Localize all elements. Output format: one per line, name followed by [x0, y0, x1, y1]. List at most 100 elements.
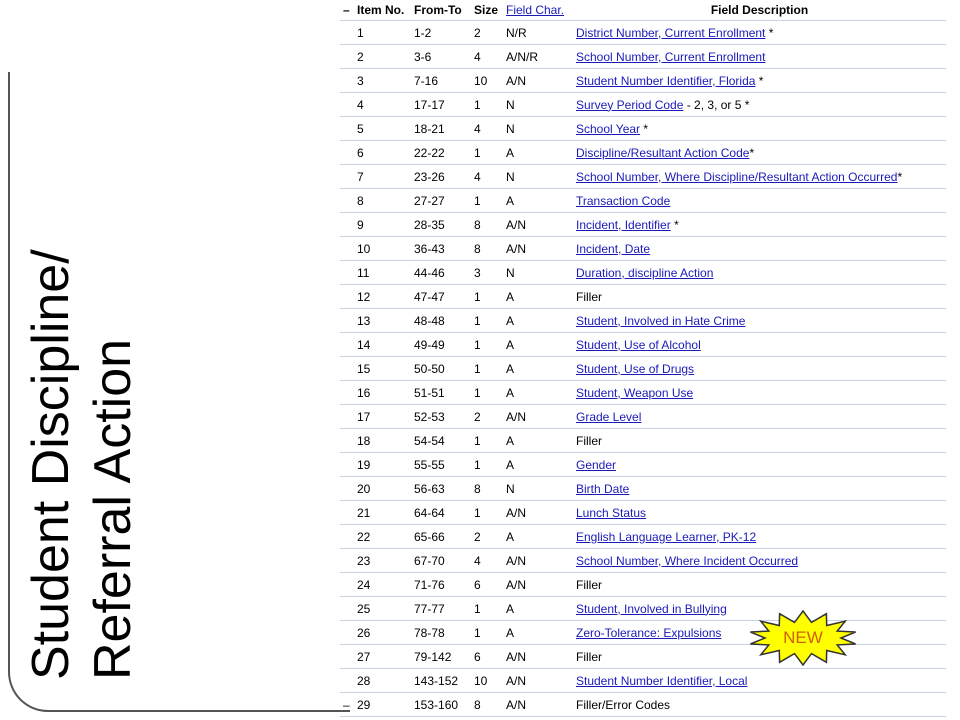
field-description-cell[interactable]: School Number, Current Enrollment — [573, 44, 946, 69]
from-to-cell: 79-142 — [411, 644, 471, 669]
row-dash-cell — [340, 20, 354, 45]
field-description-link[interactable]: Lunch Status — [576, 506, 646, 520]
field-description-link[interactable]: Student, Weapon Use — [576, 386, 693, 400]
field-description-link[interactable]: Student, Involved in Bullying — [576, 602, 727, 616]
item-no-cell: 28 — [354, 668, 411, 693]
field-description-cell[interactable]: Incident, Identifier * — [573, 212, 946, 237]
field-description-cell[interactable]: Student, Weapon Use — [573, 380, 946, 405]
from-to-cell: 7-16 — [411, 68, 471, 93]
field-description-link[interactable]: Incident, Date — [576, 242, 650, 256]
field-char-cell: A/N — [503, 644, 573, 669]
field-description-cell[interactable]: Student, Involved in Hate Crime — [573, 308, 946, 333]
field-description-cell[interactable]: Student Number Identifier, Florida * — [573, 68, 946, 93]
item-no-cell: 7 — [354, 164, 411, 189]
field-char-cell: A — [503, 356, 573, 381]
field-char-cell: A/N — [503, 212, 573, 237]
side-title-line2: Referral Action — [84, 338, 142, 680]
from-to-cell: 36-43 — [411, 236, 471, 261]
item-no-cell: 11 — [354, 260, 411, 285]
header-size: Size — [471, 0, 503, 21]
field-description-link[interactable]: Incident, Identifier — [576, 218, 671, 232]
field-description-link[interactable]: School Year — [576, 122, 640, 136]
field-char-cell: A/N — [503, 68, 573, 93]
size-cell: 1 — [471, 500, 503, 525]
size-cell: 4 — [471, 116, 503, 141]
field-char-cell: A/N/R — [503, 44, 573, 69]
field-description-link[interactable]: Student Number Identifier, Florida — [576, 74, 755, 88]
field-char-cell: A — [503, 428, 573, 453]
field-description-link[interactable]: School Number, Current Enrollment — [576, 50, 765, 64]
from-to-cell: 78-78 — [411, 620, 471, 645]
field-description-cell[interactable]: Gender — [573, 452, 946, 477]
field-description-cell[interactable]: Transaction Code — [573, 188, 946, 213]
field-description-cell[interactable]: Birth Date — [573, 476, 946, 501]
from-to-cell: 17-17 — [411, 92, 471, 117]
field-char-cell: A — [503, 524, 573, 549]
row-dash-cell — [340, 236, 354, 261]
size-cell: 4 — [471, 164, 503, 189]
field-description-cell[interactable]: Discipline/Resultant Action Code* — [573, 140, 946, 165]
field-char-cell: A/N — [503, 500, 573, 525]
field-description-cell[interactable]: Grade Level — [573, 404, 946, 429]
item-no-cell: 12 — [354, 284, 411, 309]
field-description-cell[interactable]: Duration, discipline Action — [573, 260, 946, 285]
field-description-link[interactable]: District Number, Current Enrollment — [576, 26, 765, 40]
field-description-cell[interactable]: School Number, Where Discipline/Resultan… — [573, 164, 946, 189]
field-description-link[interactable]: Duration, discipline Action — [576, 266, 713, 280]
from-to-cell: 48-48 — [411, 308, 471, 333]
table-row: 5 18-21 4 N School Year * — [340, 116, 946, 141]
field-description-text: Filler — [576, 433, 602, 448]
field-description-text: Filler/Error Codes — [576, 697, 671, 712]
field-description-link[interactable]: Gender — [576, 458, 616, 472]
field-description-cell[interactable]: School Number, Where Incident Occurred — [573, 548, 946, 573]
field-char-cell: A — [503, 452, 573, 477]
field-description-cell[interactable]: District Number, Current Enrollment * — [573, 20, 946, 45]
field-description-link[interactable]: Discipline/Resultant Action Code — [576, 146, 749, 160]
field-description-cell[interactable]: Incident, Date — [573, 236, 946, 261]
table-row: 12 47-47 1 A Filler — [340, 284, 946, 309]
row-dash-cell — [340, 524, 354, 549]
field-description-link[interactable]: Birth Date — [576, 482, 629, 496]
field-description-link[interactable]: School Number, Where Incident Occurred — [576, 554, 798, 568]
field-description-link[interactable]: Grade Level — [576, 410, 641, 424]
item-no-cell: 20 — [354, 476, 411, 501]
field-description-cell[interactable]: Survey Period Code - 2, 3, or 5 * — [573, 92, 946, 117]
field-description-cell[interactable]: Lunch Status — [573, 500, 946, 525]
field-description-cell[interactable]: Student, Use of Drugs — [573, 356, 946, 381]
row-dash-cell — [340, 404, 354, 429]
item-no-cell: 21 — [354, 500, 411, 525]
table-header-row: – Item No. From-To Size Field Char. Fiel… — [340, 0, 946, 21]
field-description-link[interactable]: Student, Use of Drugs — [576, 362, 694, 376]
field-description-link[interactable]: Student, Use of Alcohol — [576, 338, 701, 352]
table-row: 16 51-51 1 A Student, Weapon Use — [340, 380, 946, 405]
side-title-line1: Student Discipline/ — [22, 249, 80, 680]
size-cell: 1 — [471, 140, 503, 165]
header-field-char[interactable]: Field Char. — [503, 0, 573, 21]
field-description-link[interactable]: Zero-Tolerance: Expulsions — [576, 626, 721, 640]
table-row: 2 3-6 4 A/N/R School Number, Current Enrollm… — [340, 44, 946, 69]
field-char-link[interactable]: Field Char. — [506, 3, 564, 17]
item-no-cell: 25 — [354, 596, 411, 621]
field-description-link[interactable]: Survey Period Code — [576, 98, 683, 112]
field-description-link[interactable]: Transaction Code — [576, 194, 670, 208]
field-description-link[interactable]: Student, Involved in Hate Crime — [576, 314, 745, 328]
row-dash-cell — [340, 212, 354, 237]
field-description-cell[interactable]: Student Number Identifier, Local — [573, 668, 946, 693]
row-dash-cell: – — [340, 692, 354, 717]
row-dash-cell — [340, 644, 354, 669]
item-no-cell: 17 — [354, 404, 411, 429]
row-dash-cell — [340, 596, 354, 621]
size-cell: 1 — [471, 380, 503, 405]
field-description-link[interactable]: English Language Learner, PK-12 — [576, 530, 756, 544]
field-description-cell[interactable]: Student, Use of Alcohol — [573, 332, 946, 357]
row-dash-cell — [340, 500, 354, 525]
field-char-cell: A/N — [503, 692, 573, 717]
row-dash-cell — [340, 116, 354, 141]
field-description-cell[interactable]: School Year * — [573, 116, 946, 141]
field-description-link[interactable]: Student Number Identifier, Local — [576, 674, 747, 688]
field-description-cell[interactable]: English Language Learner, PK-12 — [573, 524, 946, 549]
row-dash-cell — [340, 44, 354, 69]
field-description-link[interactable]: School Number, Where Discipline/Resultan… — [576, 170, 897, 184]
row-dash-cell — [340, 284, 354, 309]
field-description-text: Filler — [576, 577, 602, 592]
